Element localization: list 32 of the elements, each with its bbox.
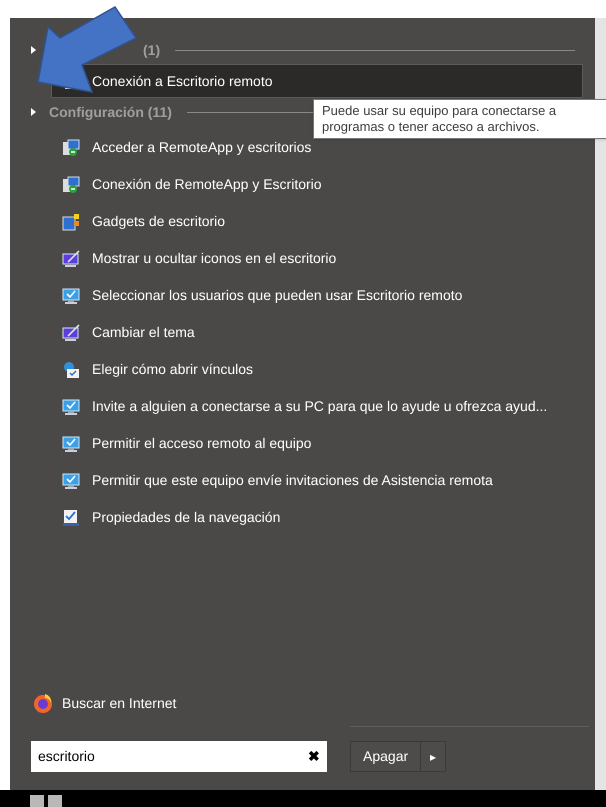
tooltip: Puede usar su equipo para conectarse a programas o tener acceso a archivos. <box>313 99 606 139</box>
search-result-item[interactable]: Cambiar el tema <box>51 314 583 351</box>
gadgets-icon <box>62 212 80 230</box>
web-search-link[interactable]: Buscar en Internet <box>62 692 176 714</box>
globe-check-icon <box>62 360 80 378</box>
remote-app-icon <box>62 176 80 194</box>
search-result-item[interactable]: Conexión a Escritorio remoto <box>51 64 583 98</box>
group-heading: Configuración (11) <box>48 102 172 122</box>
expand-triangle-icon[interactable] <box>31 108 36 116</box>
start-button-icon[interactable] <box>30 795 62 807</box>
search-result-item[interactable]: Propiedades de la navegación <box>51 499 583 536</box>
expand-triangle-icon[interactable] <box>31 46 36 54</box>
group-heading: (1) <box>142 40 160 60</box>
clear-search-icon[interactable]: ✖ <box>308 746 320 767</box>
search-result-item[interactable]: Conexión de RemoteApp y Escritorio <box>51 166 583 203</box>
remote-app-icon <box>62 138 80 156</box>
search-result-item[interactable]: Seleccionar los usuarios que pueden usar Escritorio remoto <box>51 277 583 314</box>
display-brush-icon <box>62 324 80 342</box>
monitor-icon <box>62 472 80 490</box>
search-field[interactable]: escritorio ✖ <box>31 741 327 772</box>
search-result-item[interactable]: Permitir que este equipo envíe invitaciones de Asistencia remota <box>51 462 583 499</box>
search-result-item[interactable]: Mostrar u ocultar iconos en el escritorio <box>51 240 583 277</box>
search-result-item[interactable]: Invite a alguien a conectarse a su PC para que lo ayude u ofrezca ayud... <box>51 388 583 425</box>
search-result-item[interactable]: Elegir cómo abrir vínculos <box>51 351 583 388</box>
monitor-icon <box>62 434 80 452</box>
firefox-icon <box>32 692 54 714</box>
display-brush-icon <box>62 250 80 268</box>
search-result-item[interactable]: Gadgets de escritorio <box>51 203 583 240</box>
monitor-icon <box>62 286 80 304</box>
monitor-icon <box>62 398 80 416</box>
search-result-item[interactable]: Permitir el acceso remoto al equipo <box>51 425 583 462</box>
checklist-icon <box>62 508 80 526</box>
